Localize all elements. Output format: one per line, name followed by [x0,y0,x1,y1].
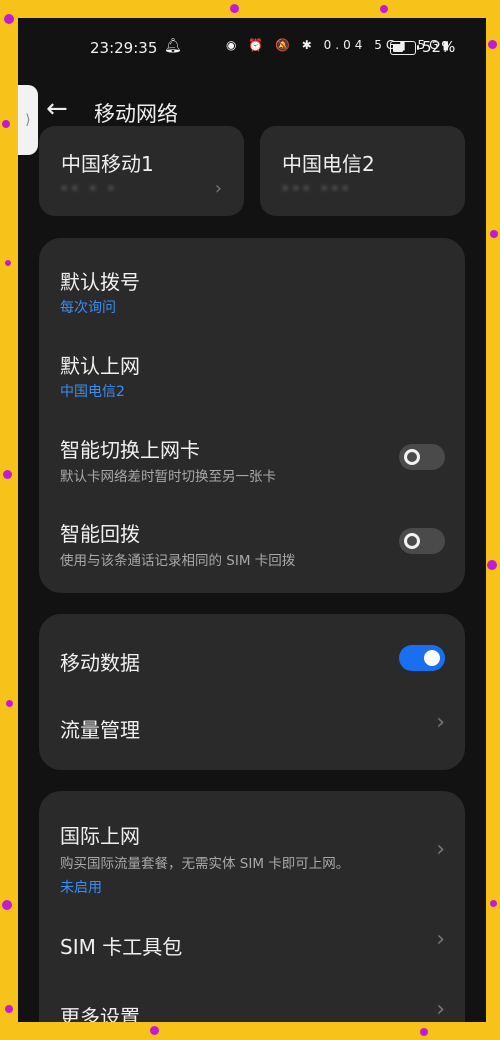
chevron-right-icon: › [436,997,445,1022]
smart-callback-title: 智能回拨 [60,522,140,546]
frame-dot [380,5,388,13]
frame-dot [5,260,11,266]
frame-dot [5,1005,13,1013]
bell-icon: 🔔︎ [164,38,182,54]
smart-switch-row: 智能切换上网卡 默认卡网络差时暂时切换至另一张卡 [39,406,465,490]
mobile-data-toggle[interactable] [399,645,445,671]
sim-card-number: •• • • [61,182,118,195]
chevron-right-icon: › [436,837,445,862]
default-data-title: 默认上网 [60,354,140,378]
default-dial-value: 每次询问 [60,300,116,316]
battery-percent: 52% [422,38,456,56]
page-title: 移动网络 [94,102,178,126]
back-arrow-icon[interactable]: ← [46,94,68,124]
frame-dot [2,900,12,910]
chevron-right-icon: › [214,178,222,199]
more-settings-group: 国际上网 购买国际流量套餐，无需实体 SIM 卡即可上网。 未启用 › SIM … [39,791,465,1022]
sim-card-1[interactable]: 中国移动1 •• • • › [39,126,244,216]
international-roaming-row[interactable]: 国际上网 购买国际流量套餐，无需实体 SIM 卡即可上网。 未启用 › [39,791,465,909]
default-data-value: 中国电信2 [60,384,125,400]
international-roaming-status: 未启用 [60,880,102,896]
default-dial-title: 默认拨号 [60,270,140,294]
phone-screen: 23:29:35 🔔︎ ◉ ⏰ 🔕 ✱ 0.04 5G▮ 5G▮ 52% ← 移… [18,18,486,1022]
more-settings-title: 更多设置 [60,1005,140,1022]
sim-card-name: 中国电信2 [282,152,375,176]
sim-card-name: 中国移动1 [61,152,154,176]
frame-dot [420,1028,428,1036]
sim-card-2[interactable]: 中国电信2 ••• ••• [260,126,465,216]
smart-callback-row: 智能回拨 使用与该条通话记录相同的 SIM 卡回拨 [39,490,465,574]
frame-dot [490,900,497,907]
smart-callback-subtitle: 使用与该条通话记录相同的 SIM 卡回拨 [60,553,296,569]
data-settings-group: 移动数据 流量管理 › [39,614,465,770]
international-roaming-subtitle: 购买国际流量套餐，无需实体 SIM 卡即可上网。 [60,856,350,872]
battery-fill [393,44,404,52]
frame-dot [2,120,10,128]
frame-dot [488,40,497,49]
status-bar: 23:29:35 🔔︎ ◉ ⏰ 🔕 ✱ 0.04 5G▮ 5G▮ 52% [18,18,486,80]
smart-callback-toggle[interactable] [399,528,445,554]
smart-switch-title: 智能切换上网卡 [60,438,200,462]
status-icons: ◉ ⏰ 🔕 ✱ 0.04 5G▮ 5G▮ [226,38,454,52]
sim-toolkit-row[interactable]: SIM 卡工具包 › [39,909,465,979]
sim-card-number: ••• ••• [282,182,353,195]
toggle-knob [404,449,420,465]
chevron-right-icon: › [436,927,445,952]
frame-dot [150,1026,159,1035]
smart-switch-subtitle: 默认卡网络差时暂时切换至另一张卡 [60,469,276,485]
toggle-knob [424,650,440,666]
frame-dot [490,230,498,238]
mobile-data-row: 移动数据 [39,614,465,692]
status-time: 23:29:35 [90,39,158,57]
default-data-row[interactable]: 默认上网 中国电信2 [39,322,465,406]
side-drawer-handle[interactable]: ⟩ [18,85,38,155]
traffic-management-title: 流量管理 [60,718,140,742]
smart-switch-toggle[interactable] [399,444,445,470]
toggle-knob [404,533,420,549]
default-dial-row[interactable]: 默认拨号 每次询问 [39,238,465,322]
frame-dot [487,560,497,570]
international-roaming-title: 国际上网 [60,824,140,848]
sim-toolkit-title: SIM 卡工具包 [60,935,183,959]
mobile-data-title: 移动数据 [60,651,140,675]
traffic-management-row[interactable]: 流量管理 › [39,692,465,770]
calling-settings-group: 默认拨号 每次询问 默认上网 中国电信2 智能切换上网卡 默认卡网络差时暂时切换… [39,238,465,593]
more-settings-row[interactable]: 更多设置 › [39,979,465,1022]
frame-dot [230,4,239,13]
frame-dot [6,700,13,707]
frame-dot [3,470,12,479]
frame-dot [4,14,14,24]
battery-icon [390,41,419,55]
chevron-right-icon: › [436,710,445,735]
